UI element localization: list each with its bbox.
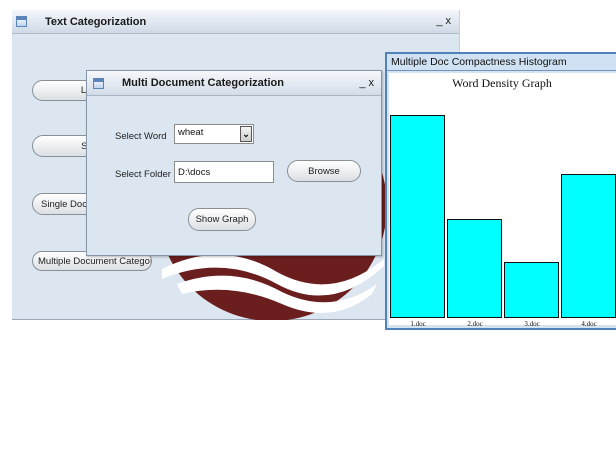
select-folder-label: Select Folder — [115, 169, 171, 180]
x-axis: 1.doc 2.doc 3.doc 4.doc — [389, 318, 616, 330]
window-icon — [93, 77, 104, 89]
x-tick-label: 4.doc — [581, 320, 597, 328]
x-tick-label: 2.doc — [467, 320, 483, 328]
chart-title: Word Density Graph — [452, 76, 552, 90]
histogram-window: Multiple Doc Compactness Histogram Word … — [385, 52, 616, 330]
x-tick-label: 1.doc — [410, 320, 426, 328]
folder-path-field[interactable] — [174, 161, 274, 183]
bar-4.doc — [561, 174, 616, 318]
dialog-title: Multi Document Categorization — [122, 77, 284, 89]
main-titlebar[interactable]: Text Categorization _ x — [12, 10, 459, 34]
show-graph-button[interactable]: Show Graph — [188, 208, 256, 231]
select-word-label: Select Word — [115, 131, 167, 142]
chart-area: Word Density Graph 1.doc 2.doc 3.doc 4.doc — [389, 73, 616, 328]
main-window-title: Text Categorization — [45, 15, 147, 28]
multi-doc-dialog: Multi Document Categorization _ x Select… — [86, 70, 382, 256]
bar-2.doc — [447, 219, 502, 318]
dialog-titlebar[interactable]: Multi Document Categorization _ x — [87, 71, 381, 96]
browse-button[interactable]: Browse — [287, 160, 361, 182]
histogram-titlebar[interactable]: Multiple Doc Compactness Histogram — [387, 54, 616, 71]
select-word-dropdown[interactable]: wheat ⌄ — [174, 124, 254, 144]
bar-3.doc — [504, 262, 559, 318]
chevron-down-icon[interactable]: ⌄ — [240, 126, 252, 142]
select-word-value: wheat — [178, 127, 204, 138]
plot-area — [389, 93, 616, 318]
x-tick-label: 3.doc — [524, 320, 540, 328]
window-icon — [16, 16, 27, 27]
histogram-window-title: Multiple Doc Compactness Histogram — [391, 56, 567, 68]
dialog-controls[interactable]: _ x — [359, 77, 374, 89]
main-window-controls[interactable]: _ x — [436, 15, 451, 27]
bar-1.doc — [390, 115, 445, 318]
